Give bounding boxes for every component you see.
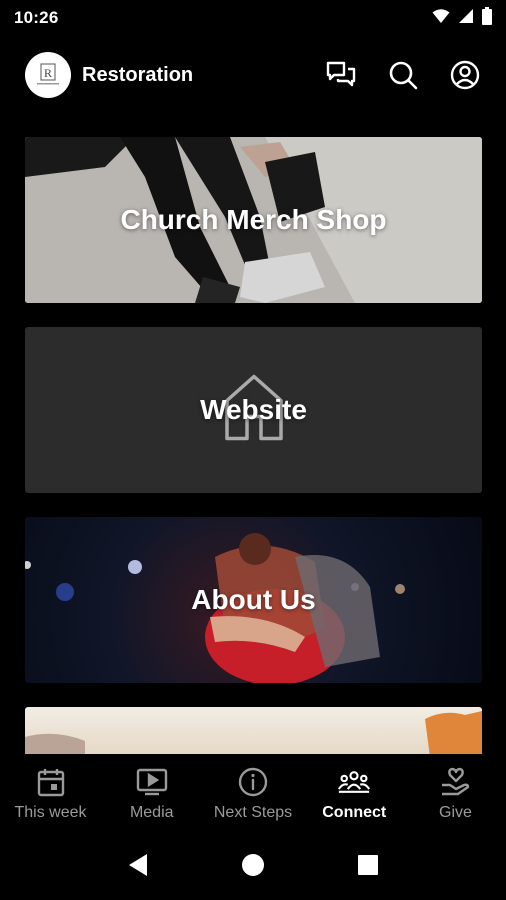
card-about-us[interactable]: About Us — [25, 517, 482, 683]
tab-this-week[interactable]: This week — [0, 754, 101, 830]
app-title: Restoration — [82, 63, 194, 86]
tab-label: This week — [14, 804, 87, 821]
heart-hand-icon — [440, 766, 472, 798]
tab-label: Media — [129, 804, 174, 821]
account-icon[interactable] — [449, 59, 481, 91]
tab-give[interactable]: Give — [405, 754, 506, 830]
info-icon — [237, 766, 269, 798]
system-nav-bar — [0, 830, 506, 900]
partial-photo — [25, 711, 482, 754]
tab-media[interactable]: Media — [101, 754, 202, 830]
tab-label: Connect — [322, 804, 387, 821]
recents-button[interactable] — [348, 845, 388, 885]
svg-text:R: R — [44, 66, 52, 80]
card-label-about: About Us — [191, 584, 316, 615]
card-label-merch: Church Merch Shop — [120, 204, 387, 235]
church-logo[interactable]: R — [25, 52, 71, 98]
card-partial[interactable] — [25, 707, 482, 754]
wifi-icon — [432, 8, 450, 29]
status-time: 10:26 — [14, 8, 59, 27]
tab-label: Give — [439, 804, 472, 821]
signal-icon — [458, 8, 474, 29]
card-church-merch-shop[interactable]: Church Merch Shop — [25, 137, 482, 303]
tab-next-steps[interactable]: Next Steps — [203, 754, 304, 830]
connect-content: Church Merch Shop Website About Us — [25, 137, 482, 754]
messages-icon[interactable] — [325, 59, 357, 91]
back-button[interactable] — [118, 845, 158, 885]
play-icon — [136, 766, 168, 798]
people-icon — [338, 766, 371, 798]
bottom-tab-bar: This week Media Next Steps Connect Give — [0, 754, 506, 830]
battery-icon — [482, 6, 492, 30]
home-button[interactable] — [233, 845, 273, 885]
tab-connect[interactable]: Connect — [304, 754, 405, 830]
card-label-website: Website — [200, 394, 307, 425]
card-website[interactable]: Website — [25, 327, 482, 493]
tab-label: Next Steps — [213, 804, 293, 821]
header-actions — [325, 59, 481, 91]
status-icons — [432, 6, 492, 30]
status-bar: 10:26 — [0, 0, 506, 36]
calendar-icon — [35, 766, 67, 798]
search-icon[interactable] — [387, 59, 419, 91]
app-header: R Restoration — [0, 46, 506, 104]
